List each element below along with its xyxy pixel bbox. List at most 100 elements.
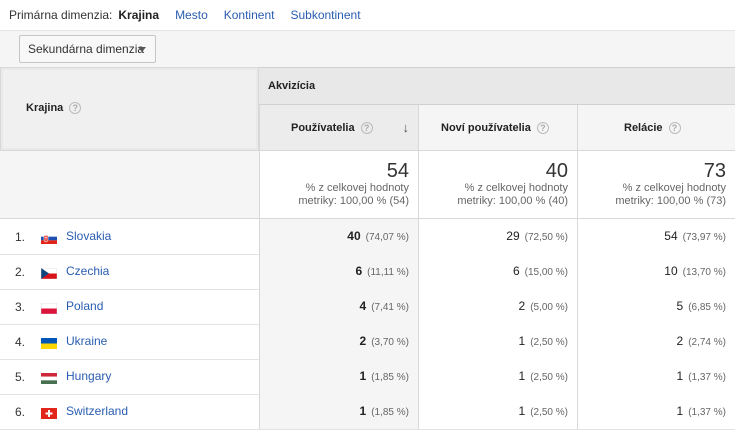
users-cell: 2 (3,70 %) [259, 324, 418, 359]
users-total-note-line2: metriky: 100,00 % (54) [298, 195, 409, 207]
sessions-column-header[interactable]: Relácie ? [577, 105, 735, 151]
new-users-total-note-line1: % z celkovej hodnoty [464, 182, 568, 194]
users-value: 40 [347, 229, 361, 243]
sessions-value: 1 [676, 369, 684, 383]
new-users-cell: 1 (2,50 %) [418, 359, 577, 394]
new-users-value: 6 [512, 264, 520, 278]
sessions-value: 54 [664, 229, 678, 243]
sessions-value: 1 [676, 404, 684, 418]
users-cell: 4 (7,41 %) [259, 289, 418, 324]
country-link[interactable]: Ukraine [66, 334, 107, 348]
sessions-cell: 2 (2,74 %) [577, 324, 735, 359]
new-users-percent: (2,50 %) [530, 372, 568, 383]
users-value: 2 [359, 334, 367, 348]
sessions-percent: (73,97 %) [682, 232, 726, 243]
users-total-note-line1: % z celkovej hodnoty [305, 182, 409, 194]
flag-cz-icon [40, 266, 58, 280]
new-users-value: 2 [518, 299, 526, 313]
country-link[interactable]: Hungary [66, 369, 111, 383]
table-row: 3. Poland 4 (7,41 %) 2 (5,00 %) 5 (6,85 %) [0, 289, 735, 325]
country-column-header[interactable]: Krajina ? [0, 67, 259, 151]
acquisition-header-label: Akvizícia [268, 80, 316, 92]
new-users-total-note-line2: metriky: 100,00 % (40) [457, 195, 568, 207]
table-row: 2. Czechia 6 (11,11 %) 6 (15,00 %) 10 (13,70 %) [0, 254, 735, 290]
flag-ua-icon [41, 336, 57, 349]
row-number: 5. [15, 370, 26, 384]
sessions-percent: (2,74 %) [688, 337, 726, 348]
sessions-value: 2 [676, 334, 684, 348]
country-link[interactable]: Poland [66, 299, 103, 313]
dimension-option-mesto[interactable]: Mesto [175, 8, 208, 22]
users-percent: (1,85 %) [371, 407, 409, 418]
new-users-column-header[interactable]: Noví používatelia ? [418, 105, 577, 151]
table-row: 6. Switzerland 1 (1,85 %) 1 (2,50 %) 1 (1,37 %) [0, 394, 735, 430]
users-percent: (11,11 %) [367, 267, 409, 278]
flag-pl-icon [40, 301, 58, 315]
secondary-dimension-bar: Sekundárna dimenzia [0, 30, 735, 68]
users-percent: (1,85 %) [371, 372, 409, 383]
table-row: 1. Slovakia 40 (74,07 %) 29 (72,50 %) 54 (73,97… [0, 219, 735, 255]
sessions-total-cell: 73 % z celkovej hodnoty metriky: 100,00 … [577, 151, 735, 219]
new-users-cell: 1 (2,50 %) [418, 394, 577, 429]
help-icon[interactable]: ? [668, 122, 681, 134]
country-header-label: Krajina [26, 102, 64, 114]
sessions-cell: 1 (1,37 %) [577, 359, 735, 394]
new-users-percent: (15,00 %) [524, 267, 568, 278]
row-number: 6. [15, 405, 26, 419]
users-percent: (3,70 %) [371, 337, 409, 348]
new-users-percent: (72,50 %) [524, 232, 568, 243]
new-users-percent: (2,50 %) [530, 337, 568, 348]
secondary-dimension-label: Sekundárna dimenzia [28, 42, 145, 56]
chevron-down-icon [138, 47, 146, 52]
primary-dimension-label: Primárna dimenzia: [9, 8, 113, 22]
sessions-cell: 10 (13,70 %) [577, 254, 735, 289]
sort-down-arrow-icon[interactable]: ↓ [403, 120, 410, 135]
acquisition-group-header: Akvizícia [259, 67, 735, 105]
sessions-total: 73 [703, 160, 726, 182]
table-row: 5. Hungary 1 (1,85 %) 1 (2,50 %) 1 (1,37 %) [0, 359, 735, 395]
sessions-cell: 5 (6,85 %) [577, 289, 735, 324]
users-value: 4 [359, 299, 367, 313]
table-row: 4. Ukraine 2 (3,70 %) 1 (2,50 %) 2 (2,74 %) [0, 324, 735, 360]
primary-dimension-bar: Primárna dimenzia: Krajina Mesto Kontine… [0, 0, 735, 30]
row-number: 4. [15, 335, 26, 349]
sessions-cell: 54 (73,97 %) [577, 219, 735, 254]
sessions-percent: (13,70 %) [682, 267, 726, 278]
sessions-value: 10 [664, 264, 678, 278]
flag-ch-icon [41, 406, 57, 419]
totals-country-cell [0, 151, 259, 219]
users-value: 1 [359, 404, 367, 418]
sessions-percent: (1,37 %) [688, 372, 726, 383]
new-users-value: 1 [518, 404, 526, 418]
flag-sk-icon [41, 231, 57, 244]
country-link[interactable]: Czechia [66, 264, 109, 278]
sessions-total-note-line2: metriky: 100,00 % (73) [615, 195, 726, 207]
new-users-cell: 2 (5,00 %) [418, 289, 577, 324]
sessions-value: 5 [676, 299, 684, 313]
secondary-dimension-dropdown[interactable]: Sekundárna dimenzia [19, 35, 156, 63]
sessions-header-label: Relácie [624, 122, 663, 134]
new-users-percent: (2,50 %) [530, 407, 568, 418]
help-icon[interactable]: ? [360, 122, 373, 134]
users-percent: (7,41 %) [371, 302, 409, 313]
new-users-percent: (5,00 %) [530, 302, 568, 313]
users-total: 54 [386, 160, 409, 182]
users-cell: 6 (11,11 %) [259, 254, 418, 289]
country-link[interactable]: Slovakia [66, 229, 111, 243]
new-users-total: 40 [545, 160, 568, 182]
country-link[interactable]: Switzerland [66, 404, 128, 418]
help-icon[interactable]: ? [536, 122, 549, 134]
dimension-option-subkontinent[interactable]: Subkontinent [290, 8, 360, 22]
flag-hu-icon [41, 371, 57, 384]
users-cell: 1 (1,85 %) [259, 359, 418, 394]
new-users-value: 29 [506, 229, 520, 243]
new-users-cell: 1 (2,50 %) [418, 324, 577, 359]
help-icon[interactable]: ? [69, 102, 82, 114]
users-column-header[interactable]: Používatelia ? ↓ [259, 105, 418, 151]
users-value: 6 [355, 264, 363, 278]
dimension-option-kontinent[interactable]: Kontinent [224, 8, 275, 22]
users-value: 1 [359, 369, 367, 383]
row-number: 1. [15, 230, 26, 244]
new-users-header-label: Noví používatelia [441, 122, 531, 134]
sessions-total-note-line1: % z celkovej hodnoty [622, 182, 726, 194]
